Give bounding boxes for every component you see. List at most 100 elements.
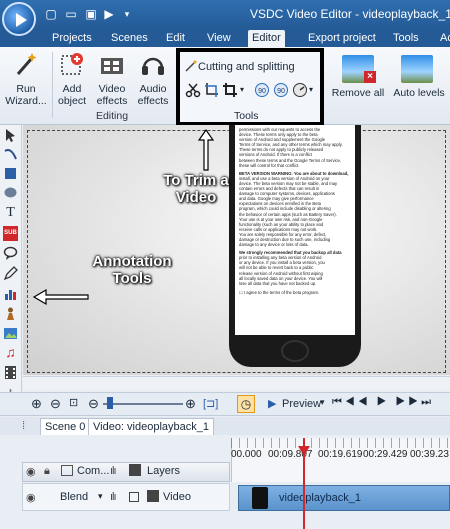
- agree-terms-checkbox[interactable]: ☐ I agree to the terms of the beta progr…: [239, 290, 351, 295]
- clock-icon[interactable]: ◷: [237, 395, 255, 413]
- subtitle-tool-icon[interactable]: SUB: [3, 226, 18, 241]
- run-wizard-button[interactable]: Run Wizard...: [4, 50, 48, 107]
- headphones-icon: [142, 57, 164, 75]
- add-object-label: Add object: [57, 83, 87, 107]
- annotation-tools-arrow-icon: [32, 288, 89, 306]
- app-logo-icon[interactable]: [2, 2, 36, 36]
- cursor-icon[interactable]: [3, 128, 18, 143]
- layers-column-header: Layers: [147, 465, 181, 477]
- tools-group-label: Tools: [234, 110, 259, 122]
- tab-scene[interactable]: Scene 0: [40, 418, 91, 435]
- open-file-icon[interactable]: ▭: [64, 7, 78, 21]
- phone-screen-line: between these terms and the Google Terms…: [239, 157, 342, 163]
- phone-screen-line: damage to any device or loss of data.: [239, 242, 309, 248]
- magic-wand-icon: [16, 53, 37, 75]
- ribbon-separator: [52, 52, 53, 118]
- film-header-icon: [129, 464, 141, 476]
- rotate-right-icon[interactable]: 90: [273, 82, 289, 98]
- tab-video[interactable]: Video: videoplayback_1: [88, 418, 214, 435]
- audio-effects-label: Audio effects: [137, 83, 169, 107]
- audio-tool-icon[interactable]: ♫: [3, 345, 18, 360]
- save-icon[interactable]: ▣: [84, 7, 98, 21]
- rectangle-tool-icon[interactable]: [3, 166, 18, 181]
- menu-export-project[interactable]: Export project: [304, 30, 380, 47]
- auto-levels-button[interactable]: Auto levels: [390, 87, 448, 99]
- zoom-to-fit-icon[interactable]: [⊐]: [203, 397, 218, 410]
- menu-edit[interactable]: Edit: [162, 30, 189, 47]
- blend-mode-select[interactable]: Blend: [60, 491, 88, 503]
- blend-dropdown-arrow-icon[interactable]: ▾: [98, 491, 103, 502]
- menu-projects[interactable]: Projects: [48, 30, 96, 47]
- sprite-tool-icon[interactable]: [3, 306, 18, 321]
- dropdown-arrow-icon[interactable]: ▾: [120, 7, 134, 21]
- ruler-markings: [231, 438, 450, 448]
- remove-all-button[interactable]: Remove all: [328, 87, 388, 99]
- film-tool-icon[interactable]: [3, 365, 18, 380]
- composition-column-header[interactable]: Com...: [77, 465, 109, 477]
- scissors-icon[interactable]: [185, 82, 201, 98]
- zoom-out-icon[interactable]: ⊖: [50, 396, 61, 412]
- zoom-plus-icon[interactable]: ⊕: [185, 396, 196, 412]
- cutting-wand-icon: [185, 60, 197, 72]
- phone-screen-line: these will control for that conflict.: [239, 162, 300, 168]
- menu-activation[interactable]: Ac: [436, 30, 450, 47]
- window-title: VSDC Video Editor - videoplayback_1: [250, 7, 450, 21]
- ruler-tick: 00:19.619: [318, 449, 363, 460]
- track-visibility-icon[interactable]: ◉: [26, 491, 36, 504]
- track-film-icon: [147, 490, 159, 502]
- canvas-horizontal-scrollbar[interactable]: [23, 376, 450, 390]
- menu-scenes[interactable]: Scenes: [107, 30, 152, 47]
- menu-editor[interactable]: Editor: [248, 30, 285, 47]
- remove-x-icon: ×: [364, 71, 376, 83]
- zoom-slider[interactable]: [103, 403, 183, 405]
- trim-annotation: To Trim a Video: [163, 172, 229, 206]
- zoom-fit-icon[interactable]: ⊡: [69, 396, 78, 409]
- audio-wave-header-icon: ılı: [110, 465, 116, 477]
- lock-header-icon[interactable]: 🔒︎: [44, 465, 50, 478]
- speech-bubble-icon[interactable]: [3, 246, 18, 261]
- zoom-slider-thumb[interactable]: [107, 397, 113, 409]
- line-tool-icon[interactable]: [3, 147, 18, 162]
- image-tool-icon[interactable]: [3, 326, 18, 341]
- visibility-header-icon[interactable]: ◉: [26, 465, 36, 478]
- trim-arrow-icon: [197, 128, 215, 171]
- clip-name: videoplayback_1: [279, 492, 361, 504]
- auto-levels-thumbnail-icon: [401, 55, 433, 83]
- preview-play-icon[interactable]: ▶: [268, 397, 276, 410]
- svg-text:90: 90: [258, 88, 266, 95]
- track-type-label: Video: [163, 491, 191, 503]
- tabs-nav-icon[interactable]: ⁞: [22, 420, 25, 432]
- preview-button[interactable]: Preview: [282, 398, 321, 410]
- track-checkbox[interactable]: [129, 492, 139, 502]
- video-effects-icon: [101, 58, 123, 74]
- play-icon[interactable]: ▶: [102, 7, 116, 21]
- new-file-icon[interactable]: ▢: [44, 7, 58, 21]
- text-tool-icon[interactable]: T: [3, 205, 18, 220]
- phone-screen-line: lose all data that you have not backed u…: [239, 280, 317, 286]
- crop-icon[interactable]: [222, 82, 238, 98]
- transport-controls-icon[interactable]: ⏮◀◀ ▶ ▶▶⏭: [332, 396, 434, 409]
- phone-screen-line: the behavior of certain apps (such as Ba…: [239, 211, 337, 217]
- chart-tool-icon[interactable]: [3, 286, 18, 301]
- speed-dropdown-arrow-icon[interactable]: ▾: [309, 85, 313, 94]
- pen-tool-icon[interactable]: [3, 266, 18, 281]
- zoom-minus-icon[interactable]: ⊖: [88, 396, 99, 412]
- video-effects-button[interactable]: Video effects: [94, 50, 130, 107]
- ruler-tick: 00.000: [231, 449, 262, 460]
- audio-effects-button[interactable]: Audio effects: [134, 50, 172, 107]
- ellipse-tool-icon[interactable]: [3, 185, 18, 200]
- video-effects-label: Video effects: [96, 83, 128, 107]
- timeline-header: [22, 462, 230, 482]
- trim-icon[interactable]: [204, 82, 220, 98]
- preview-dropdown-arrow-icon[interactable]: ▾: [320, 397, 325, 408]
- crop-dropdown-arrow-icon[interactable]: ▾: [240, 85, 244, 94]
- cutting-splitting-button[interactable]: Cutting and splitting: [198, 61, 295, 73]
- menu-tools[interactable]: Tools: [389, 30, 423, 47]
- clip-thumbnail-icon: [252, 487, 268, 509]
- add-object-button[interactable]: Add object: [54, 50, 90, 107]
- track-audio-icon[interactable]: ılı: [110, 491, 116, 503]
- menu-view[interactable]: View: [203, 30, 235, 47]
- rotate-left-icon[interactable]: 90: [254, 82, 270, 98]
- speed-icon[interactable]: [292, 82, 308, 98]
- zoom-in-icon[interactable]: ⊕: [31, 396, 42, 412]
